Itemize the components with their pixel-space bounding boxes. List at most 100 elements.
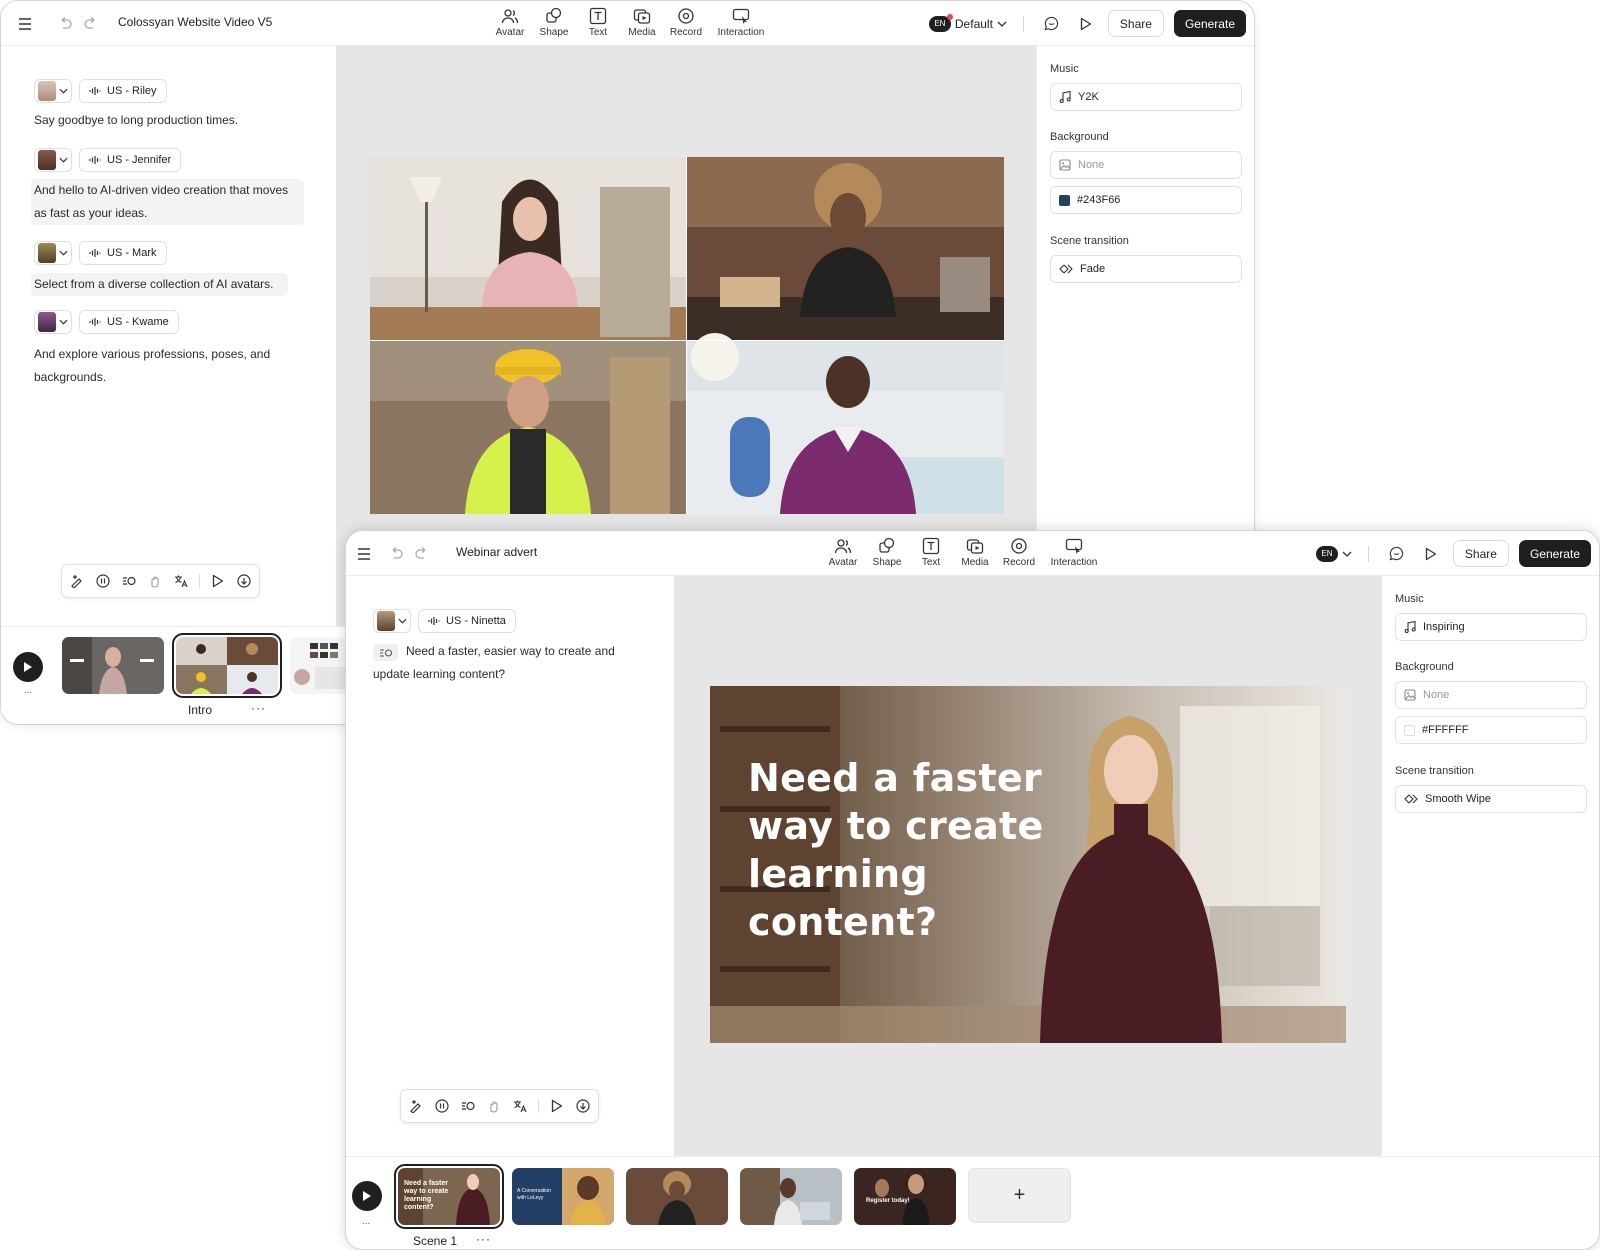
tool-record[interactable]: Record [997,537,1041,568]
slide-heading[interactable]: Need a faster way to create learning con… [748,754,1044,946]
gesture-icon[interactable] [486,1098,502,1114]
tool-shape[interactable]: Shape [532,7,576,38]
scene-more-button[interactable]: ··· [476,1232,491,1246]
chevron-down-icon [997,21,1007,27]
script-line[interactable]: And hello to AI-driven video creation th… [31,179,304,225]
translate-icon[interactable] [512,1098,528,1114]
pause-icon[interactable] [434,1098,450,1114]
download-icon[interactable] [575,1098,591,1114]
generate-button[interactable]: Generate [1173,10,1246,37]
tool-avatar[interactable]: Avatar [821,537,865,568]
music-field[interactable]: Inspiring [1395,613,1587,641]
shape-icon [879,537,895,553]
tool-avatar[interactable]: Avatar [488,7,532,38]
generate-button[interactable]: Generate [1518,540,1591,567]
marker-icon[interactable] [460,1098,476,1114]
background-color-field[interactable]: #FFFFFF [1395,716,1587,744]
download-icon[interactable] [236,573,252,589]
play-all-button[interactable] [13,652,43,682]
avatar-selector[interactable] [34,241,72,265]
tool-interaction[interactable]: Interaction [1041,537,1107,568]
script-line[interactable]: Select from a diverse collection of AI a… [31,273,289,296]
chevron-down-icon [398,618,407,624]
tool-text[interactable]: Text [576,7,620,38]
scene-thumbnail[interactable] [62,637,164,694]
avatar-selector[interactable] [34,148,72,172]
avatar-selector[interactable] [34,310,72,334]
language-selector[interactable]: EN [1315,545,1352,562]
scene-more-button[interactable]: ··· [251,701,266,715]
voice-selector[interactable]: US - Mark [79,241,167,265]
tool-interaction[interactable]: Interaction [708,7,774,38]
background-image-field[interactable]: None [1050,151,1242,179]
comment-icon[interactable] [1385,542,1409,566]
scene-thumbnail[interactable]: A Conversation with LeLeyy [512,1168,614,1225]
document-title[interactable]: Webinar advert [456,545,537,559]
scene-thumbnail[interactable] [740,1168,842,1225]
play-more[interactable]: ... [24,685,32,696]
redo-icon[interactable] [81,13,101,33]
tool-interaction-label: Interaction [717,27,765,38]
play-more[interactable]: ... [362,1216,370,1227]
translate-icon[interactable] [173,573,189,589]
scene-thumbnail-selected[interactable]: Need a faster way to create learning con… [394,1164,504,1229]
music-note-icon [1404,621,1416,633]
script-line[interactable]: And explore various professions, poses, … [34,343,294,389]
undo-icon[interactable] [55,13,75,33]
preview-play-icon[interactable] [1074,12,1098,36]
magic-sparkle-icon[interactable] [408,1098,424,1114]
voice-selector[interactable]: US - Kwame [79,310,179,334]
menu-icon[interactable] [354,544,374,564]
music-value: Inspiring [1423,621,1465,633]
tool-media[interactable]: Media [953,537,997,568]
script-line[interactable]: Need a faster, easier way to create and … [373,640,643,686]
music-field[interactable]: Y2K [1050,83,1242,111]
language-badge: EN [1315,545,1338,562]
language-label: Default [954,16,993,31]
scene-label[interactable]: Scene 1 [413,1234,457,1248]
magic-sparkle-icon[interactable] [69,573,85,589]
music-value: Y2K [1078,91,1099,103]
voice-wave-icon [89,318,101,326]
tool-text[interactable]: Text [909,537,953,568]
gesture-icon[interactable] [147,573,163,589]
tool-record-label: Record [1002,557,1036,568]
play-line-icon[interactable] [210,573,226,589]
avatar-selector[interactable] [34,79,72,103]
script-line[interactable]: Say goodbye to long production times. [34,109,294,132]
tool-record[interactable]: Record [664,7,708,38]
background-image-field[interactable]: None [1395,681,1587,709]
music-label: Music [1395,593,1424,605]
voice-selector[interactable]: US - Ninetta [418,609,516,633]
scene-label[interactable]: Intro [188,703,212,717]
voice-name: US - Kwame [107,316,169,328]
menu-icon[interactable] [15,14,35,34]
voice-selector[interactable]: US - Riley [79,79,167,103]
share-button[interactable]: Share [1107,10,1164,37]
marker-icon[interactable] [121,573,137,589]
scene-preview[interactable] [370,157,1004,514]
avatar-selector[interactable] [373,609,411,633]
pause-icon[interactable] [95,573,111,589]
play-all-button[interactable] [352,1181,382,1211]
language-selector[interactable]: EN Default [928,13,1007,32]
scene-thumbnail[interactable]: Register today! [854,1168,956,1225]
undo-icon[interactable] [386,543,406,563]
transition-field[interactable]: Smooth Wipe [1395,785,1587,813]
background-color-field[interactable]: #243F66 [1050,186,1242,214]
share-button[interactable]: Share [1452,540,1509,567]
document-title[interactable]: Colossyan Website Video V5 [118,15,272,29]
scene-thumbnail[interactable] [626,1168,728,1225]
comment-icon[interactable] [1040,12,1064,36]
play-line-icon[interactable] [549,1098,565,1114]
transition-field[interactable]: Fade [1050,255,1242,283]
tool-shape[interactable]: Shape [865,537,909,568]
voice-selector[interactable]: US - Jennifer [79,148,182,172]
preview-play-icon[interactable] [1419,542,1443,566]
tool-media[interactable]: Media [620,7,664,38]
scene-thumbnail[interactable] [290,637,350,694]
scene-preview[interactable]: Need a faster way to create learning con… [710,686,1346,1043]
scene-thumbnail-selected[interactable] [172,633,282,698]
add-scene-button[interactable]: + [968,1168,1071,1223]
redo-icon[interactable] [412,543,432,563]
